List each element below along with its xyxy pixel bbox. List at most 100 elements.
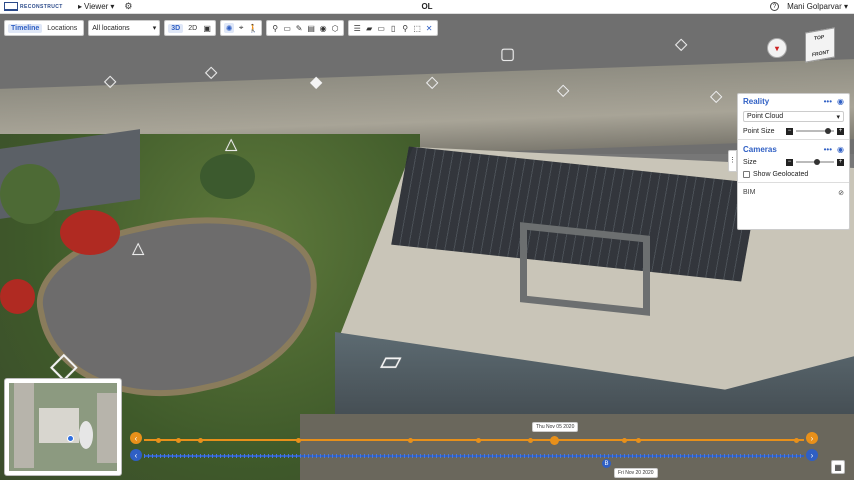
timeline-upper-date: Thu Nov 05 2020 — [532, 422, 579, 432]
camera-marker-icon[interactable]: △ — [132, 238, 144, 258]
cube-icon[interactable]: ⬡ — [330, 23, 340, 33]
minimap-pond — [79, 421, 93, 449]
eye-icon[interactable]: ◉ — [837, 97, 844, 106]
more-icon[interactable]: ••• — [824, 97, 832, 106]
eye-icon[interactable]: ◉ — [837, 145, 844, 154]
camera-marker-icon[interactable]: ◇ — [426, 72, 438, 92]
crosshair-icon[interactable]: ⌖ — [236, 23, 246, 33]
timeline-prev-upper-button[interactable]: ‹ — [130, 432, 142, 444]
timeline-capture-dot[interactable] — [198, 438, 203, 443]
panel-handle[interactable]: ⋮ — [728, 150, 737, 172]
reality-type-value: Point Cloud — [747, 113, 784, 120]
reality-type-select[interactable]: Point Cloud ▾ — [743, 111, 844, 122]
help-icon[interactable]: ? — [770, 2, 780, 11]
timeline-capture-dot[interactable] — [296, 438, 301, 443]
camera-marker-icon[interactable]: ◇ — [557, 80, 569, 100]
timeline-capture-dot[interactable] — [528, 438, 533, 443]
navcube-front-label[interactable]: FRONT — [812, 49, 829, 58]
slider-knob[interactable] — [825, 128, 832, 134]
reality-title: Reality — [743, 96, 770, 106]
show-geolocated-checkbox[interactable] — [743, 170, 750, 178]
timeline-prev-lower-button[interactable]: ‹ — [130, 449, 142, 461]
timeline-selected-dot[interactable] — [550, 436, 559, 445]
walk-icon[interactable]: 🚶 — [248, 23, 258, 33]
show-geolocated-label: Show Geolocated — [753, 170, 809, 178]
compass-icon[interactable]: ▾ — [767, 38, 787, 58]
minus-icon[interactable]: − — [786, 127, 793, 135]
plus-icon[interactable]: + — [837, 158, 844, 166]
timeline-capture-dot[interactable] — [476, 438, 481, 443]
layers-panel: Reality ••• ◉ Point Cloud ▾ Point Size −… — [737, 93, 850, 230]
timeline-capture-dot[interactable] — [622, 438, 627, 443]
close-icon[interactable]: ✕ — [424, 23, 434, 33]
pencil-icon[interactable]: ✎ — [294, 23, 304, 33]
camera-marker-icon[interactable]: ◇ — [104, 71, 116, 91]
timeline-capture-dot[interactable] — [636, 438, 641, 443]
timeline-capture-dot[interactable] — [156, 438, 161, 443]
camera-marker-icon[interactable]: ◇ — [710, 86, 722, 106]
select-area-icon[interactable]: ⬚ — [412, 23, 422, 33]
timeline[interactable]: ‹ › ‹ › Thu Nov 05 2020 B Fri Nov 20 202… — [128, 422, 820, 478]
visibility-icon[interactable]: ◉ — [318, 23, 328, 33]
more-icon[interactable]: ••• — [824, 145, 832, 154]
camera-marker-icon[interactable]: ▢ — [500, 44, 515, 64]
point-size-row: Point Size − + — [738, 125, 849, 137]
show-geolocated-row[interactable]: Show Geolocated — [738, 168, 849, 180]
clipboard-icon[interactable]: ▤ — [306, 23, 316, 33]
plus-icon[interactable]: + — [837, 127, 844, 135]
camera-marker-icon[interactable]: ◇ — [675, 34, 687, 54]
minus-icon[interactable]: − — [786, 158, 793, 166]
timeline-capture-dot[interactable] — [176, 438, 181, 443]
minimap[interactable] — [4, 378, 122, 476]
gear-icon[interactable]: ⚙ — [124, 1, 132, 12]
logo-text: RECONSTRUCT — [20, 3, 63, 10]
navigation-cube[interactable]: TOP FRONT — [805, 27, 835, 63]
image-icon[interactable]: ▣ — [202, 23, 212, 33]
bim-title: BIM — [743, 189, 756, 196]
user-menu[interactable]: Mani Golparvar ▾ — [787, 2, 848, 11]
app-logo[interactable]: RECONSTRUCT — [4, 2, 64, 11]
list-icon[interactable]: ☰ — [352, 23, 362, 33]
calendar-icon[interactable]: ▦ — [831, 460, 845, 474]
camera-marker-icon[interactable]: ▱ — [380, 344, 402, 377]
timeline-capture-dot[interactable] — [408, 438, 413, 443]
camera-size-slider[interactable] — [796, 159, 834, 165]
view-tab-group: Timeline Locations — [4, 20, 85, 36]
scene-tree — [60, 210, 120, 255]
orbit-icon[interactable]: ✺ — [224, 23, 235, 33]
folder-icon[interactable]: ▭ — [376, 23, 386, 33]
mode-3d-button[interactable]: 3D — [168, 23, 184, 33]
caret-down-icon: ▾ — [152, 25, 157, 32]
camera-marker-icon[interactable]: ◆ — [310, 72, 322, 92]
navcube-top-label[interactable]: TOP — [814, 34, 824, 42]
timeline-next-lower-button[interactable]: › — [806, 449, 818, 461]
pin-icon[interactable]: ⚲ — [270, 23, 280, 33]
timeline-track-upper[interactable] — [144, 439, 804, 441]
camera-marker-icon[interactable]: ◇ — [205, 62, 217, 82]
document-icon[interactable]: ▯ — [388, 23, 398, 33]
location-select[interactable]: All locations ▾ — [88, 20, 161, 36]
location-select-value: All locations — [92, 24, 130, 32]
slider-knob[interactable] — [813, 159, 820, 165]
mode-2d-button[interactable]: 2D — [185, 24, 200, 33]
logo-icon — [4, 2, 18, 11]
measure-icon[interactable]: ▭ — [282, 23, 292, 33]
camera-marker-icon[interactable]: △ — [225, 134, 237, 154]
point-size-slider[interactable] — [796, 128, 834, 134]
viewer-menu[interactable]: ▸ Viewer ▾ — [78, 2, 114, 11]
timeline-next-upper-button[interactable]: › — [806, 432, 818, 444]
briefcase-icon[interactable]: ▰ — [364, 23, 374, 33]
bim-section-header: BIM ⊘ — [738, 185, 849, 201]
tab-timeline[interactable]: Timeline — [8, 23, 43, 33]
annotation-tools-group: ⚲ ▭ ✎ ▤ ◉ ⬡ — [266, 20, 345, 36]
eye-off-icon[interactable]: ⊘ — [838, 189, 844, 197]
search-icon[interactable]: ⚲ — [400, 23, 410, 33]
minimap-image[interactable] — [9, 383, 117, 471]
user-name: Mani Golparvar — [787, 2, 842, 11]
point-cloud-viewport[interactable]: ◇ ◆ ◇ ◇ ◇ △ △ ◇ ▱ ◇ ▢ ◇ — [0, 14, 854, 480]
timeline-capture-dot[interactable] — [794, 438, 799, 443]
viewer-menu-label: Viewer — [84, 2, 109, 11]
tab-locations[interactable]: Locations — [44, 24, 80, 33]
timeline-marker-b[interactable]: B — [602, 459, 611, 468]
viewer-toolbar: Timeline Locations All locations ▾ 3D 2D… — [4, 20, 439, 36]
